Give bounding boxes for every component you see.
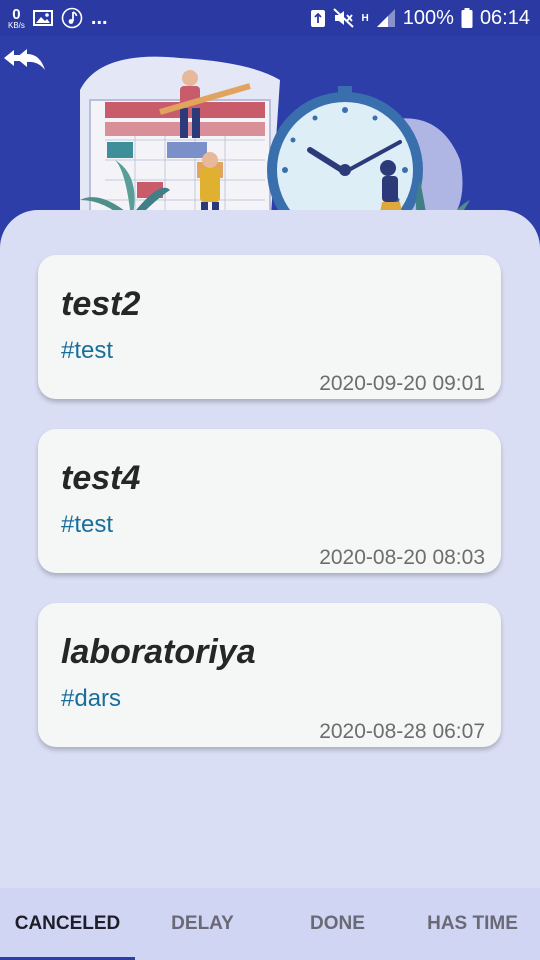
task-tag: #test (61, 337, 114, 364)
tab-has-time[interactable]: HAS TIME (405, 888, 540, 960)
network-speed-value: 0 (12, 5, 21, 23)
clock: 06:14 (479, 6, 530, 29)
task-title: laboratoriya (61, 633, 256, 671)
task-tag: #dars (61, 685, 122, 712)
bottom-tab-bar: CANCELED DELAY DONE HAS TIME (0, 888, 540, 960)
task-title: test2 (61, 285, 141, 323)
double-back-arrow-icon[interactable] (0, 42, 50, 82)
status-bar: 0 KB/s ... H 100% 06:14 (0, 0, 540, 36)
recycle-icon (310, 10, 325, 27)
task-card[interactable]: test2 #test 2020-09-20 09:01 (38, 255, 501, 399)
tab-delay[interactable]: DELAY (135, 888, 270, 960)
battery-percent: 100% (402, 6, 454, 29)
tab-canceled[interactable]: CANCELED (0, 888, 135, 960)
task-date: 2020-08-28 06:07 (319, 720, 485, 743)
network-speed: 0 KB/s (8, 7, 25, 30)
notification-overflow: ... (90, 6, 108, 29)
task-card[interactable]: test4 #test 2020-08-20 08:03 (38, 429, 501, 573)
signal-icon (376, 9, 395, 27)
task-card[interactable]: laboratoriya #dars 2020-08-28 06:07 (38, 603, 501, 747)
mute-icon (332, 8, 354, 28)
image-icon (32, 10, 53, 26)
network-type-label: H (361, 12, 369, 24)
network-speed-unit: KB/s (8, 20, 25, 30)
task-title: test4 (61, 459, 141, 497)
task-tag: #test (61, 511, 114, 538)
music-icon (61, 7, 83, 29)
tab-done[interactable]: DONE (270, 888, 405, 960)
task-date: 2020-09-20 09:01 (319, 372, 485, 395)
task-date: 2020-08-20 08:03 (319, 546, 485, 569)
battery-icon (461, 8, 473, 28)
